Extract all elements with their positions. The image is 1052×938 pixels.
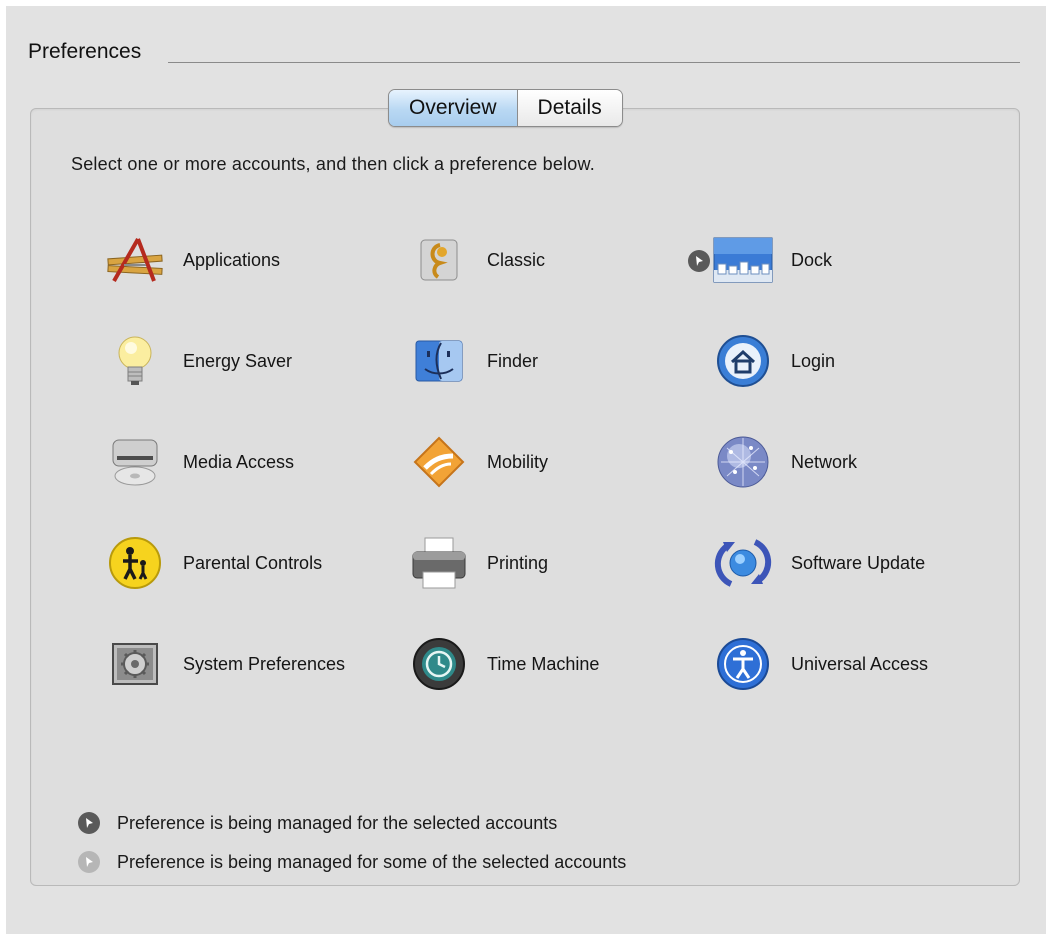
pref-label: Media Access [183,451,295,472]
pref-label: Dock [791,249,833,270]
legend-managed-all: Preference is being managed for the sele… [78,812,557,834]
pref-login[interactable]: Login [711,332,835,390]
system-preferences-icon [103,635,167,693]
pref-printing[interactable]: Printing [407,534,548,592]
pref-label: Energy Saver [183,350,293,371]
parental-controls-icon [103,534,167,592]
instruction-text: Select one or more accounts, and then cl… [71,154,595,174]
pref-media-access[interactable]: Media Access [103,433,294,491]
pref-label: Parental Controls [183,552,323,573]
home-icon [711,332,775,390]
lightbulb-icon [103,332,167,390]
pref-label: Mobility [487,451,549,472]
pref-energy-saver[interactable]: Energy Saver [103,332,292,390]
pref-label: Applications [183,249,281,270]
section-divider [168,62,1020,63]
mobility-icon [407,433,471,491]
time-machine-icon [407,635,471,693]
finder-icon [407,332,471,390]
pref-system-preferences[interactable]: System Preferences [103,635,345,693]
software-update-icon [711,534,775,592]
dock-icon [711,231,775,289]
pref-mobility[interactable]: Mobility [407,433,548,491]
media-drive-icon [103,433,167,491]
pref-label: Universal Access [791,653,929,674]
preferences-panel [30,108,1020,886]
printer-icon [407,534,471,592]
pref-applications[interactable]: Applications [103,231,280,289]
pref-label: Login [791,350,836,371]
section-title: Preferences [28,40,142,63]
managed-all-icon [78,812,100,834]
universal-access-icon [711,635,775,693]
pref-universal-access[interactable]: Universal Access [711,635,928,693]
pref-label: Network [791,451,858,472]
pref-label: Time Machine [487,653,600,674]
legend-text: Preference is being managed for the sele… [117,812,558,833]
tab-bar: Overview Details [388,89,623,127]
globe-icon [711,433,775,491]
pref-label: System Preferences [183,653,346,674]
managed-all-icon [688,250,710,272]
pref-finder[interactable]: Finder [407,332,538,390]
pref-time-machine[interactable]: Time Machine [407,635,599,693]
pref-parental-controls[interactable]: Parental Controls [103,534,322,592]
classic-icon [407,231,471,289]
managed-some-icon [78,851,100,873]
pref-label: Finder [487,350,539,371]
applications-icon [103,231,167,289]
legend-text: Preference is being managed for some of … [117,851,627,872]
pref-network[interactable]: Network [711,433,857,491]
pref-label: Classic [487,249,546,270]
pref-label: Software Update [791,552,926,573]
legend-managed-some: Preference is being managed for some of … [78,851,626,873]
pref-software-update[interactable]: Software Update [711,534,925,592]
pref-label: Printing [487,552,549,573]
tab-details[interactable]: Details [517,90,622,126]
pref-classic[interactable]: Classic [407,231,545,289]
tab-overview[interactable]: Overview [389,90,518,126]
pref-dock[interactable]: Dock [711,231,832,289]
